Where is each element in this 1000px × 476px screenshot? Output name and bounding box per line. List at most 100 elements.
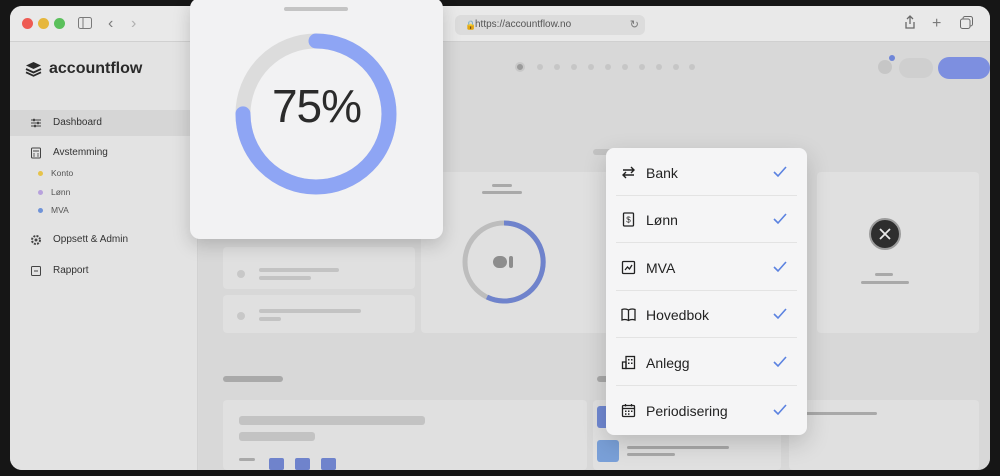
sidebar-item-rapport[interactable]: Rapport bbox=[10, 258, 198, 284]
sidebar-item-dashboard[interactable]: Dashboard bbox=[10, 110, 198, 136]
list-bullet bbox=[237, 312, 245, 320]
close-window-button[interactable] bbox=[22, 18, 33, 29]
check-icon bbox=[773, 356, 787, 368]
check-icon bbox=[773, 261, 787, 273]
text-placeholder bbox=[875, 273, 893, 276]
text-placeholder bbox=[805, 412, 877, 415]
secondary-button[interactable] bbox=[899, 58, 933, 78]
sidebar-item-label: Rapport bbox=[53, 265, 89, 276]
book-icon bbox=[621, 308, 636, 322]
primary-button[interactable] bbox=[938, 57, 990, 79]
back-icon[interactable]: ‹ bbox=[108, 15, 113, 33]
bar-placeholder bbox=[295, 458, 310, 470]
module-menu: Bank $ Lønn MVA Hovedbok Anlegg Periodis… bbox=[606, 148, 807, 435]
menu-item-label: MVA bbox=[646, 260, 676, 276]
sidebar-subitem-label: Konto bbox=[51, 168, 74, 178]
forward-icon[interactable]: › bbox=[131, 15, 136, 33]
list-avatar bbox=[597, 440, 619, 462]
menu-item-label: Hovedbok bbox=[646, 307, 710, 323]
menu-item-anlegg[interactable]: Anlegg bbox=[616, 339, 797, 386]
text-placeholder bbox=[239, 416, 425, 425]
report-icon bbox=[30, 265, 42, 277]
text-placeholder bbox=[239, 458, 255, 461]
svg-text:$: $ bbox=[626, 216, 631, 225]
text-placeholder bbox=[259, 268, 339, 272]
building-icon bbox=[621, 355, 636, 370]
reload-icon[interactable]: ↻ bbox=[630, 15, 639, 35]
menu-item-mva[interactable]: MVA bbox=[616, 244, 797, 291]
calendar-icon bbox=[621, 404, 636, 418]
sidebar-subitem-label: MVA bbox=[51, 205, 69, 215]
menu-item-hovedbok[interactable]: Hovedbok bbox=[616, 291, 797, 338]
check-icon bbox=[773, 308, 787, 320]
text-placeholder bbox=[259, 309, 361, 313]
drag-handle[interactable] bbox=[284, 7, 348, 11]
text-placeholder bbox=[861, 281, 909, 284]
text-placeholder bbox=[259, 317, 281, 321]
menu-item-periodisering[interactable]: Periodisering bbox=[616, 387, 797, 434]
app-name: accountflow bbox=[49, 60, 143, 77]
menu-item-lonn[interactable]: $ Lønn bbox=[616, 196, 797, 243]
maximize-window-button[interactable] bbox=[54, 18, 65, 29]
text-placeholder bbox=[239, 432, 315, 441]
notification-icon[interactable] bbox=[878, 60, 892, 74]
text-placeholder bbox=[482, 191, 522, 194]
calculator-icon bbox=[30, 147, 42, 159]
check-icon bbox=[773, 404, 787, 416]
sidebar-item-label: Oppsett & Admin bbox=[53, 234, 129, 245]
new-tab-icon[interactable]: + bbox=[932, 15, 941, 33]
menu-item-label: Periodisering bbox=[646, 403, 728, 419]
check-icon bbox=[773, 166, 787, 178]
url-text: https://accountflow.no bbox=[475, 19, 572, 30]
sidebar-subitem-label: Lønn bbox=[51, 187, 71, 197]
status-dot bbox=[38, 189, 43, 195]
progress-card: 75% bbox=[190, 0, 443, 239]
share-icon[interactable] bbox=[904, 15, 916, 33]
text-placeholder bbox=[259, 276, 311, 280]
browser-window: ‹ › 🔒 https://accountflow.no ↻ + account… bbox=[10, 6, 990, 470]
status-dot bbox=[38, 207, 43, 213]
content-card bbox=[789, 400, 979, 470]
section-title-placeholder bbox=[223, 376, 283, 382]
summary-card bbox=[817, 172, 979, 333]
progress-percentage: 75% bbox=[271, 80, 362, 132]
minimize-window-button[interactable] bbox=[38, 18, 49, 29]
sidebar-subitem-konto[interactable]: Konto bbox=[38, 168, 73, 178]
sidebar-item-avstemming[interactable]: Avstemming bbox=[10, 140, 198, 166]
payslip-icon: $ bbox=[622, 212, 635, 227]
menu-item-bank[interactable]: Bank bbox=[616, 149, 797, 196]
bar-placeholder bbox=[321, 458, 336, 470]
text-placeholder bbox=[627, 453, 675, 456]
menu-item-label: Anlegg bbox=[646, 355, 690, 371]
close-icon[interactable] bbox=[869, 218, 901, 250]
gear-icon bbox=[30, 234, 42, 246]
menu-item-label: Bank bbox=[646, 165, 678, 181]
browser-toolbar: ‹ › 🔒 https://accountflow.no ↻ + bbox=[10, 6, 990, 42]
transfer-arrows-icon bbox=[622, 166, 635, 179]
chart-icon bbox=[621, 260, 636, 275]
ring-placeholder bbox=[509, 256, 513, 268]
menu-item-label: Lønn bbox=[646, 212, 678, 228]
notification-badge bbox=[889, 55, 895, 61]
app-logo[interactable]: accountflow bbox=[25, 60, 142, 78]
list-bullet bbox=[237, 270, 245, 278]
layers-icon bbox=[25, 62, 42, 77]
sidebar-item-label: Dashboard bbox=[53, 117, 102, 128]
list-item[interactable] bbox=[223, 295, 415, 333]
bar-placeholder bbox=[269, 458, 284, 470]
sidebar-item-label: Avstemming bbox=[53, 147, 108, 158]
step-indicator bbox=[515, 62, 695, 72]
text-placeholder bbox=[627, 446, 729, 449]
sidebar-item-oppsett-admin[interactable]: Oppsett & Admin bbox=[10, 227, 198, 253]
tabs-overview-icon[interactable] bbox=[960, 15, 973, 33]
text-placeholder bbox=[492, 184, 512, 187]
status-dot bbox=[38, 170, 43, 176]
address-bar[interactable]: 🔒 https://accountflow.no ↻ bbox=[455, 15, 645, 35]
ring-placeholder bbox=[493, 256, 507, 268]
sidebar-subitem-lonn[interactable]: Lønn bbox=[38, 187, 70, 197]
check-icon bbox=[773, 213, 787, 225]
sidebar-toggle-icon[interactable] bbox=[78, 15, 92, 33]
sidebar-subitem-mva[interactable]: MVA bbox=[38, 205, 69, 215]
sliders-icon bbox=[30, 117, 42, 129]
sidebar: accountflow Dashboard Avstemming Konto L… bbox=[10, 42, 198, 470]
